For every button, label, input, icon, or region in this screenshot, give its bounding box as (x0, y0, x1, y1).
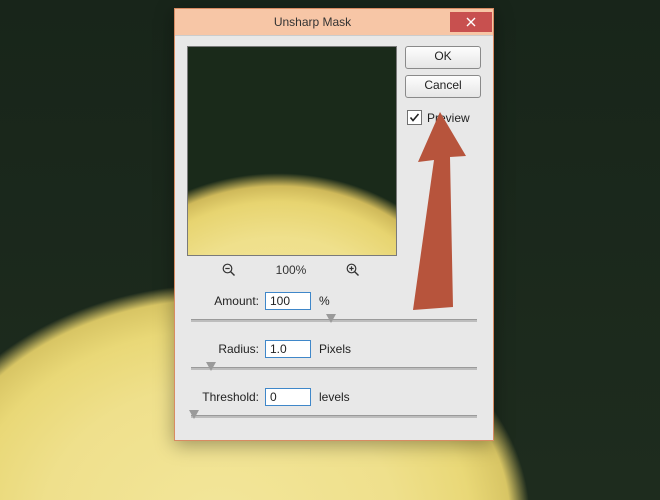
dialog-body: 100% OK Cancel (175, 35, 493, 440)
zoom-level: 100% (269, 263, 313, 277)
preview-image[interactable] (187, 46, 397, 256)
preview-checkbox-row[interactable]: Preview (407, 110, 481, 125)
amount-label: Amount: (187, 294, 265, 308)
radius-slider[interactable] (191, 360, 477, 376)
titlebar[interactable]: Unsharp Mask (175, 9, 493, 35)
threshold-input[interactable] (265, 388, 311, 406)
zoom-in-icon (346, 263, 360, 277)
dialog-title: Unsharp Mask (175, 15, 450, 29)
radius-label: Radius: (187, 342, 265, 356)
preview-checkbox-label: Preview (427, 111, 470, 125)
amount-input[interactable] (265, 292, 311, 310)
close-button[interactable] (450, 12, 492, 32)
threshold-slider-track (191, 415, 477, 418)
ok-button[interactable]: OK (405, 46, 481, 69)
zoom-out-button[interactable] (221, 262, 237, 278)
radius-unit: Pixels (319, 342, 351, 356)
threshold-label: Threshold: (187, 390, 265, 404)
radius-slider-track (191, 367, 477, 370)
radius-slider-thumb[interactable] (206, 362, 216, 371)
threshold-unit: levels (319, 390, 350, 404)
amount-unit: % (319, 294, 330, 308)
zoom-out-icon (222, 263, 236, 277)
amount-slider[interactable] (191, 312, 477, 328)
preview-checkbox[interactable] (407, 110, 422, 125)
cancel-button[interactable]: Cancel (405, 75, 481, 98)
amount-slider-thumb[interactable] (326, 314, 336, 323)
checkmark-icon (409, 112, 420, 123)
close-icon (466, 17, 476, 27)
radius-input[interactable] (265, 340, 311, 358)
threshold-slider-thumb[interactable] (189, 410, 199, 419)
unsharp-mask-dialog: Unsharp Mask (174, 8, 494, 441)
preview-image-content (188, 47, 396, 255)
threshold-slider[interactable] (191, 408, 477, 424)
zoom-in-button[interactable] (345, 262, 361, 278)
